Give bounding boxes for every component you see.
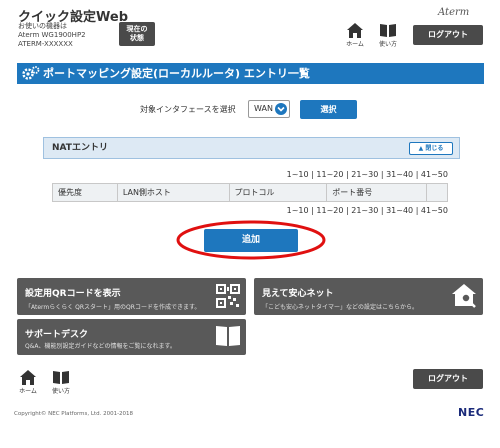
column-priority: 優先度 (52, 183, 118, 202)
chevron-down-icon (275, 103, 287, 115)
nat-table: 優先度 LAN側ホスト プロトコル ポート番号 (52, 183, 448, 202)
device-info: お使いの機器は Aterm WG1900HP2 ATERM-XXXXXX (18, 22, 86, 49)
howto-label: 使い方 (378, 41, 397, 48)
footer-logout-button[interactable]: ログアウト (413, 369, 483, 389)
pagination-bottom[interactable]: 1~10 | 11~20 | 21~30 | 31~40 | 41~50 (287, 206, 448, 215)
add-button[interactable]: 追加 (204, 229, 298, 252)
safety-card-title: 見えて安心ネット (262, 289, 334, 299)
interface-select[interactable]: WAN (248, 100, 290, 118)
page-title-bar: ポートマッピング設定(ローカルルータ) エントリ一覧 (17, 63, 484, 84)
status-button-label-1: 現在の (126, 25, 148, 33)
device-info-line: お使いの機器は (18, 22, 67, 30)
footer-howto-button[interactable]: 使い方 (49, 370, 73, 395)
pagination-top[interactable]: 1~10 | 11~20 | 21~30 | 31~40 | 41~50 (287, 170, 448, 179)
collapse-label: 閉じる (425, 145, 444, 152)
interface-value: WAN (254, 104, 273, 113)
status-button-label-2: 状態 (130, 34, 144, 42)
nat-section-title: NATエントリ (52, 143, 108, 153)
support-card-title: サポートデスク (25, 330, 89, 340)
home-icon (20, 370, 36, 385)
column-lan-host: LAN側ホスト (116, 183, 230, 202)
gear-icon (22, 66, 40, 80)
current-status-button[interactable]: 現在の 状態 (119, 22, 155, 46)
home-label: ホーム (346, 41, 364, 48)
page-title: ポートマッピング設定(ローカルルータ) エントリ一覧 (43, 67, 310, 80)
qr-code-card[interactable]: 設定用QRコードを表示 「Atermらくらく QRスタート」用のQRコードを作成… (17, 278, 246, 315)
nat-section-header: NATエントリ ▲ 閉じる (43, 137, 460, 159)
safety-net-card[interactable]: 見えて安心ネット 「こども安心ネットタイマー」などの設定はこちらから。 (254, 278, 483, 315)
book-icon (216, 326, 240, 346)
home-search-icon (452, 284, 476, 308)
footer-howto-label: 使い方 (51, 388, 70, 395)
qr-card-desc: 「Atermらくらく QRスタート」用のQRコードを作成できます。 (25, 304, 201, 311)
device-name: ATERM-XXXXXX (18, 40, 73, 48)
logout-button[interactable]: ログアウト (413, 25, 483, 45)
table-header-row: 優先度 LAN側ホスト プロトコル ポート番号 (52, 183, 448, 202)
qr-code-icon (216, 284, 240, 308)
qr-card-title: 設定用QRコードを表示 (25, 289, 121, 299)
collapse-button[interactable]: ▲ 閉じる (409, 142, 453, 155)
nec-logo: NEC (458, 406, 485, 419)
footer-home-label: ホーム (19, 388, 37, 395)
book-icon (380, 24, 396, 37)
footer-home-button[interactable]: ホーム (16, 370, 40, 395)
chevron-up-icon: ▲ (418, 145, 424, 152)
home-icon (347, 23, 363, 38)
column-empty (426, 183, 448, 202)
header: クイック設定Web お使いの機器は Aterm WG1900HP2 ATERM-… (0, 0, 500, 52)
book-icon (53, 371, 69, 384)
safety-card-desc: 「こども安心ネットタイマー」などの設定はこちらから。 (262, 304, 419, 311)
interface-label: 対象インタフェースを選択 (140, 105, 236, 114)
support-desk-card[interactable]: サポートデスク Q&A、機能別設定ガイドなどの情報をご覧になれます。 (17, 319, 246, 355)
select-button[interactable]: 選択 (300, 100, 357, 119)
howto-button[interactable]: 使い方 (376, 23, 400, 48)
home-button[interactable]: ホーム (343, 23, 367, 48)
device-model: Aterm WG1900HP2 (18, 31, 86, 39)
column-port: ポート番号 (326, 183, 428, 202)
aterm-logo: Aterm (438, 7, 470, 18)
copyright: Copyright© NEC Platforms, Ltd. 2001-2018 (14, 411, 134, 417)
column-protocol: プロトコル (228, 183, 328, 202)
support-card-desc: Q&A、機能別設定ガイドなどの情報をご覧になれます。 (25, 343, 176, 350)
